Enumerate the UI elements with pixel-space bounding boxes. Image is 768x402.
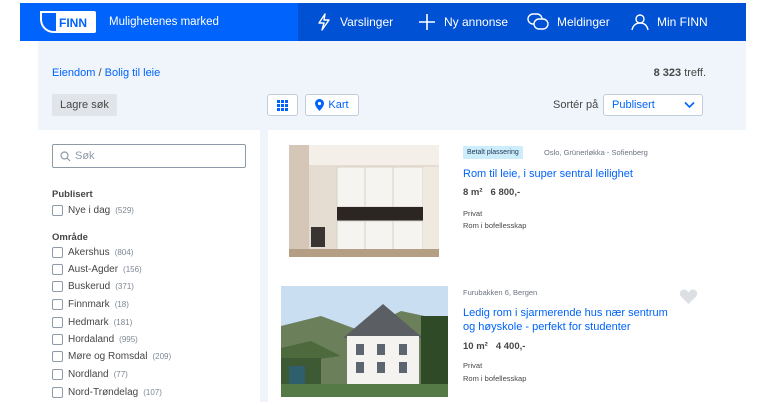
checkbox-area[interactable]: Hordaland (995) xyxy=(52,334,138,345)
listing-seller: Privat xyxy=(463,361,483,370)
checkbox[interactable] xyxy=(52,334,63,345)
map-button[interactable]: Kart xyxy=(305,94,359,116)
breadcrumb-bolig-til-leie[interactable]: Bolig til leie xyxy=(105,67,161,79)
checkbox[interactable] xyxy=(52,281,63,292)
hit-count: 8 323 treff. xyxy=(654,67,706,79)
top-header: FINN Mulighetenes marked Varslinger Ny a… xyxy=(0,0,768,41)
listing-photo-kitchen[interactable] xyxy=(289,145,439,257)
checkbox-count: (995) xyxy=(119,335,138,344)
listing-type: Rom i bofellesskap xyxy=(463,374,527,383)
checkbox[interactable] xyxy=(52,264,63,275)
user-icon xyxy=(631,14,649,31)
checkbox[interactable] xyxy=(52,387,63,398)
plus-icon xyxy=(419,14,435,30)
tagline: Mulighetenes marked xyxy=(109,16,219,28)
checkbox-area[interactable]: Buskerud (371) xyxy=(52,281,134,292)
listing-meta: 8 m² 6 800,- xyxy=(463,187,528,198)
listing-price: 4 400,- xyxy=(495,341,526,352)
nav-ny-annonse[interactable]: Ny annonse xyxy=(418,3,508,41)
map-label: Kart xyxy=(328,99,349,111)
checkbox-count: (107) xyxy=(143,388,162,397)
checkbox[interactable] xyxy=(52,299,63,310)
hit-number: 8 323 xyxy=(653,67,682,79)
checkbox-area[interactable]: Nordland (77) xyxy=(52,369,128,380)
chat-icon xyxy=(527,13,549,30)
listing-type: Rom i bofellesskap xyxy=(463,221,527,230)
bolt-icon xyxy=(318,13,330,31)
hit-suffix: treff. xyxy=(684,67,706,79)
checkbox-label: Nye i dag xyxy=(68,205,111,216)
checkbox-area[interactable]: Finnmark (18) xyxy=(52,299,129,310)
search-icon xyxy=(60,151,71,162)
checkbox-label: Hordaland xyxy=(68,334,115,345)
chevron-down-icon xyxy=(684,101,695,109)
checkbox[interactable] xyxy=(52,205,63,216)
checkbox-label: Møre og Romsdal xyxy=(68,351,148,362)
nav-label: Ny annonse xyxy=(444,15,509,29)
checkbox-label: Nordland xyxy=(68,369,109,380)
checkbox-count: (804) xyxy=(114,248,134,257)
checkbox[interactable] xyxy=(52,351,63,362)
listing-price: 6 800,- xyxy=(490,187,521,198)
checkbox-label: Hedmark xyxy=(68,317,109,328)
listing-seller: Privat xyxy=(463,209,483,218)
search-placeholder: Søk xyxy=(75,150,95,162)
checkbox-label: Finnmark xyxy=(68,299,110,310)
checkbox-count: (371) xyxy=(115,282,134,291)
finn-logo[interactable]: FINN xyxy=(38,10,96,34)
nav-label: Min FINN xyxy=(657,15,708,29)
checkbox-area[interactable]: Akershus (804) xyxy=(52,247,133,258)
checkbox-area[interactable]: Hedmark (181) xyxy=(52,317,132,328)
checkbox-label: Akershus xyxy=(68,247,110,258)
checkbox-label: Aust-Agder xyxy=(68,264,119,275)
checkbox-label: Buskerud xyxy=(68,281,111,292)
checkbox-count: (18) xyxy=(114,300,129,309)
checkbox[interactable] xyxy=(52,247,63,258)
listing-meta: 10 m² 4 400,- xyxy=(463,341,533,352)
breadcrumb-eiendom[interactable]: Eiendom xyxy=(52,67,95,79)
nav-label: Meldinger xyxy=(557,15,610,29)
grid-icon xyxy=(277,99,288,111)
checkbox-count: (209) xyxy=(152,352,172,361)
paid-placement-badge: Betalt plassering xyxy=(463,146,523,159)
checkbox-area[interactable]: Nord-Trøndelag (107) xyxy=(52,387,162,398)
checkbox-count: (77) xyxy=(113,370,128,379)
area-heading: Område xyxy=(52,232,88,243)
checkbox[interactable] xyxy=(52,369,63,380)
checkbox-count: (156) xyxy=(123,265,142,274)
sort-select[interactable]: Publisert xyxy=(603,94,703,116)
listing-title-line2[interactable]: og høyskole - perfekt for studenter xyxy=(463,320,631,334)
listing-size: 8 m² xyxy=(463,187,483,198)
checkbox-count: (529) xyxy=(115,206,134,215)
checkbox-area[interactable]: Aust-Agder (156) xyxy=(52,264,142,275)
heart-icon[interactable] xyxy=(679,288,698,305)
filter-search-input[interactable]: Søk xyxy=(52,144,246,168)
breadcrumb-separator: / xyxy=(98,67,102,79)
listing-location: Oslo, Grünerløkka - Sofienberg xyxy=(544,148,648,157)
listing-photo-house[interactable] xyxy=(281,286,448,397)
save-search-button[interactable]: Lagre søk xyxy=(52,94,117,116)
sort-value: Publisert xyxy=(612,99,655,111)
svg-text:FINN: FINN xyxy=(59,16,87,30)
nav-label: Varslinger xyxy=(340,15,394,29)
published-heading: Publisert xyxy=(52,189,93,200)
breadcrumb: Eiendom / Bolig til leie xyxy=(52,67,160,79)
checkbox-area[interactable]: Møre og Romsdal (209) xyxy=(52,351,171,362)
listing-title[interactable]: Rom til leie, i super sentral leilighet xyxy=(463,167,633,181)
listing-title[interactable]: Ledig rom i sjarmerende hus nær sentrum xyxy=(463,306,668,320)
checkbox-label: Nord-Trøndelag xyxy=(68,387,139,398)
grid-view-button[interactable] xyxy=(267,94,298,116)
listing-location: Furubakken 6, Bergen xyxy=(463,288,538,297)
checkbox-count: (181) xyxy=(113,318,133,327)
listing-size: 10 m² xyxy=(463,341,488,352)
checkbox-nye-i-dag[interactable]: Nye i dag (529) xyxy=(52,205,134,216)
nav-varslinger[interactable]: Varslinger xyxy=(316,3,393,41)
nav-meldinger[interactable]: Meldinger xyxy=(527,3,610,41)
map-pin-icon xyxy=(315,99,325,111)
filter-panel: Søk Publisert Nye i dag (529) Område Ake… xyxy=(38,130,260,402)
checkbox[interactable] xyxy=(52,317,63,328)
sort-label: Sortér på xyxy=(553,99,599,111)
nav-min-finn[interactable]: Min FINN xyxy=(631,3,708,41)
